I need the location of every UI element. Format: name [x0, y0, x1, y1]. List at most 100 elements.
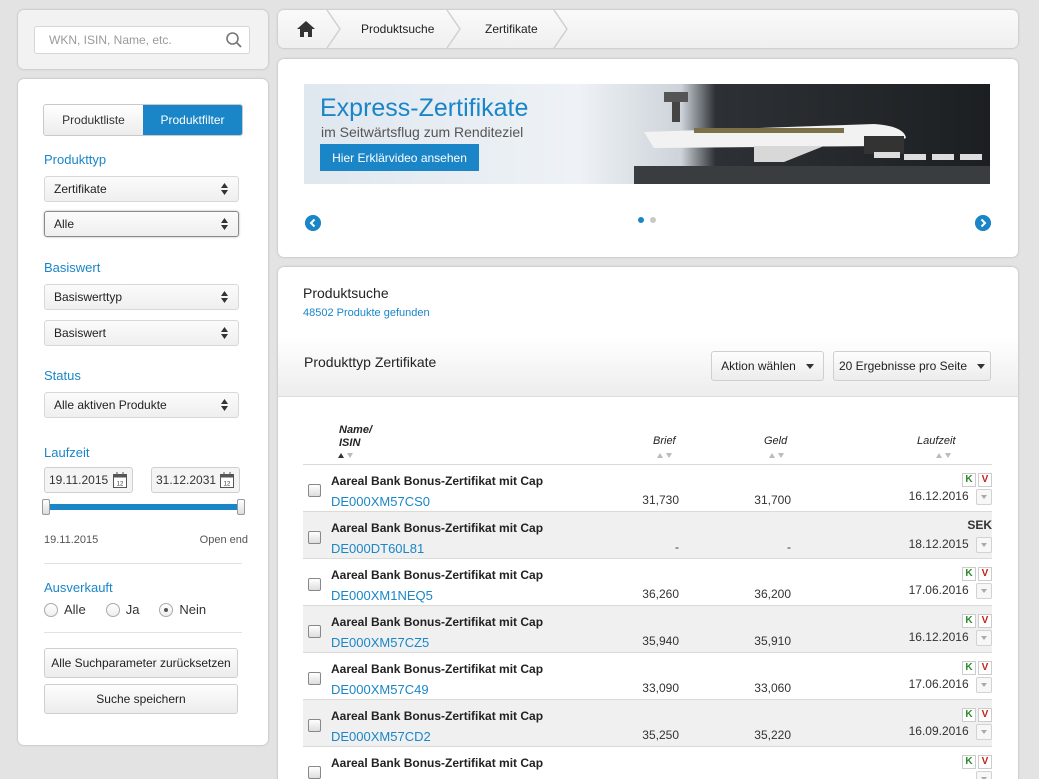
basiswerttyp-select[interactable]: Basiswerttyp [44, 284, 239, 310]
date-from-field[interactable]: 19.11.2015 12 [44, 467, 133, 493]
column-header-laufzeit[interactable]: Laufzeit [917, 435, 956, 447]
banner-video-button[interactable]: Hier Erklärvideo ansehen [320, 144, 479, 171]
produkttyp-subtype-select[interactable]: Alle [44, 211, 239, 237]
chevron-left-icon[interactable] [305, 215, 321, 231]
verkaufen-button[interactable]: V [978, 567, 992, 581]
chevron-down-icon[interactable] [976, 630, 992, 646]
tab-produktfilter[interactable]: Produktfilter [143, 105, 242, 135]
calendar-icon[interactable]: 12 [113, 472, 127, 488]
row-checkbox[interactable] [308, 719, 321, 732]
home-icon[interactable] [297, 21, 315, 37]
search-icon[interactable] [225, 31, 243, 49]
product-isin-link[interactable]: DE000XM57CZ5 [331, 635, 593, 650]
produkttyp-select[interactable]: Zertifikate [44, 176, 239, 202]
radio-nein[interactable]: Nein [159, 602, 206, 617]
product-name[interactable]: Aareal Bank Bonus-Zertifikat mit Cap [331, 662, 593, 676]
radio-button[interactable] [105, 602, 120, 617]
table-row[interactable]: Aareal Bank Bonus-Zertifikat mit Cap DE0… [303, 699, 992, 747]
product-isin-link[interactable]: DE000XM1NEQ5 [331, 588, 593, 603]
basiswert-select[interactable]: Basiswert [44, 320, 239, 346]
laufzeit-slider-track[interactable] [46, 504, 242, 510]
product-isin-link[interactable]: DE000DT60L81 [331, 541, 593, 556]
row-checkbox[interactable] [308, 484, 321, 497]
sort-icon[interactable] [657, 453, 677, 459]
sort-icon[interactable] [338, 453, 358, 459]
select-arrows-icon [221, 327, 228, 339]
product-isin-link[interactable]: DE000XM57CS0 [331, 494, 593, 509]
kaufen-button[interactable]: K [962, 661, 976, 675]
chevron-down-icon[interactable] [976, 489, 992, 505]
status-label: Status [44, 368, 81, 383]
chevron-down-icon[interactable] [976, 583, 992, 599]
table-row[interactable]: Aareal Bank Bonus-Zertifikat mit Cap DE0… [303, 605, 992, 653]
results-panel: Produktsuche 48502 Produkte gefunden Pro… [278, 267, 1018, 779]
verkaufen-button[interactable]: V [978, 661, 992, 675]
search-input[interactable] [35, 27, 215, 53]
kaufen-button[interactable]: K [962, 614, 976, 628]
breadcrumb: Produktsuche Zertifikate [278, 10, 1018, 48]
breadcrumb-zertifikate[interactable]: Zertifikate [485, 10, 538, 48]
radio-ja[interactable]: Ja [105, 602, 139, 617]
verkaufen-button[interactable]: V [978, 614, 992, 628]
product-name[interactable]: Aareal Bank Bonus-Zertifikat mit Cap [331, 709, 593, 723]
table-row[interactable]: Aareal Bank Bonus-Zertifikat mit Cap DE0… [303, 652, 992, 700]
breadcrumb-separator [326, 10, 341, 48]
breadcrumb-produktsuche[interactable]: Produktsuche [361, 10, 434, 48]
row-checkbox[interactable] [308, 578, 321, 591]
status-select[interactable]: Alle aktiven Produkte [44, 392, 239, 418]
banner-slide[interactable]: Express-Zertifikate im Seitwärtsflug zum… [304, 84, 990, 184]
table-row[interactable]: Aareal Bank Bonus-Zertifikat mit Cap DE0… [303, 464, 992, 512]
caret-down-icon [805, 363, 814, 369]
verkaufen-button[interactable]: V [978, 708, 992, 722]
date-to-field[interactable]: 31.12.2031 12 [151, 467, 240, 493]
row-checkbox[interactable] [308, 531, 321, 544]
chevron-down-icon[interactable] [976, 537, 992, 553]
sort-icon[interactable] [769, 453, 789, 459]
verkaufen-button[interactable]: V [978, 473, 992, 487]
column-header-isin[interactable]: ISIN [339, 437, 360, 449]
calendar-icon[interactable]: 12 [220, 472, 234, 488]
radio-alle[interactable]: Alle [44, 602, 86, 617]
product-name[interactable]: Aareal Bank Bonus-Zertifikat mit Cap [331, 756, 593, 770]
chevron-right-icon[interactable] [975, 215, 991, 231]
kaufen-button[interactable]: K [962, 567, 976, 581]
chevron-down-icon[interactable] [976, 677, 992, 693]
table-row[interactable]: Aareal Bank Bonus-Zertifikat mit Cap KV [303, 746, 992, 779]
radio-button-checked[interactable] [159, 602, 174, 617]
tab-produktliste[interactable]: Produktliste [44, 105, 143, 135]
carousel-dot-active[interactable] [638, 217, 644, 223]
reset-search-button[interactable]: Alle Suchparameter zurücksetzen [44, 648, 238, 678]
sort-icon[interactable] [936, 453, 956, 459]
per-page-dropdown[interactable]: 20 Ergebnisse pro Seite [833, 351, 991, 381]
search-box [34, 26, 250, 54]
verkaufen-button[interactable]: V [978, 755, 992, 769]
chevron-down-icon[interactable] [976, 724, 992, 740]
kaufen-button[interactable]: K [962, 708, 976, 722]
row-checkbox[interactable] [308, 766, 321, 779]
select-arrows-icon [221, 218, 228, 230]
radio-button[interactable] [44, 602, 58, 617]
carousel-dot[interactable] [650, 217, 656, 223]
table-row[interactable]: Aareal Bank Bonus-Zertifikat mit Cap DE0… [303, 558, 992, 606]
table-row[interactable]: Aareal Bank Bonus-Zertifikat mit Cap DE0… [303, 511, 992, 559]
row-checkbox[interactable] [308, 625, 321, 638]
product-name[interactable]: Aareal Bank Bonus-Zertifikat mit Cap [331, 615, 593, 629]
kaufen-button[interactable]: K [962, 473, 976, 487]
column-header-brief[interactable]: Brief [653, 435, 676, 447]
slider-handle-min[interactable] [42, 499, 50, 515]
column-header-name[interactable]: Name/ [339, 424, 372, 436]
product-isin-link[interactable]: DE000XM57CD2 [331, 729, 593, 744]
save-search-button[interactable]: Suche speichern [44, 684, 238, 714]
kaufen-button[interactable]: K [962, 755, 976, 769]
product-isin-link[interactable]: DE000XM57C49 [331, 682, 593, 697]
laufzeit-value: 17.06.2016 [908, 583, 969, 598]
product-name[interactable]: Aareal Bank Bonus-Zertifikat mit Cap [331, 568, 593, 582]
product-name[interactable]: Aareal Bank Bonus-Zertifikat mit Cap [331, 474, 593, 488]
column-header-geld[interactable]: Geld [764, 435, 787, 447]
action-dropdown[interactable]: Aktion wählen [711, 351, 824, 381]
product-name[interactable]: Aareal Bank Bonus-Zertifikat mit Cap [331, 521, 593, 535]
slider-handle-max[interactable] [237, 499, 245, 515]
chevron-down-icon[interactable] [976, 771, 992, 779]
row-checkbox[interactable] [308, 672, 321, 685]
geld-value: 31,700 [754, 493, 791, 507]
